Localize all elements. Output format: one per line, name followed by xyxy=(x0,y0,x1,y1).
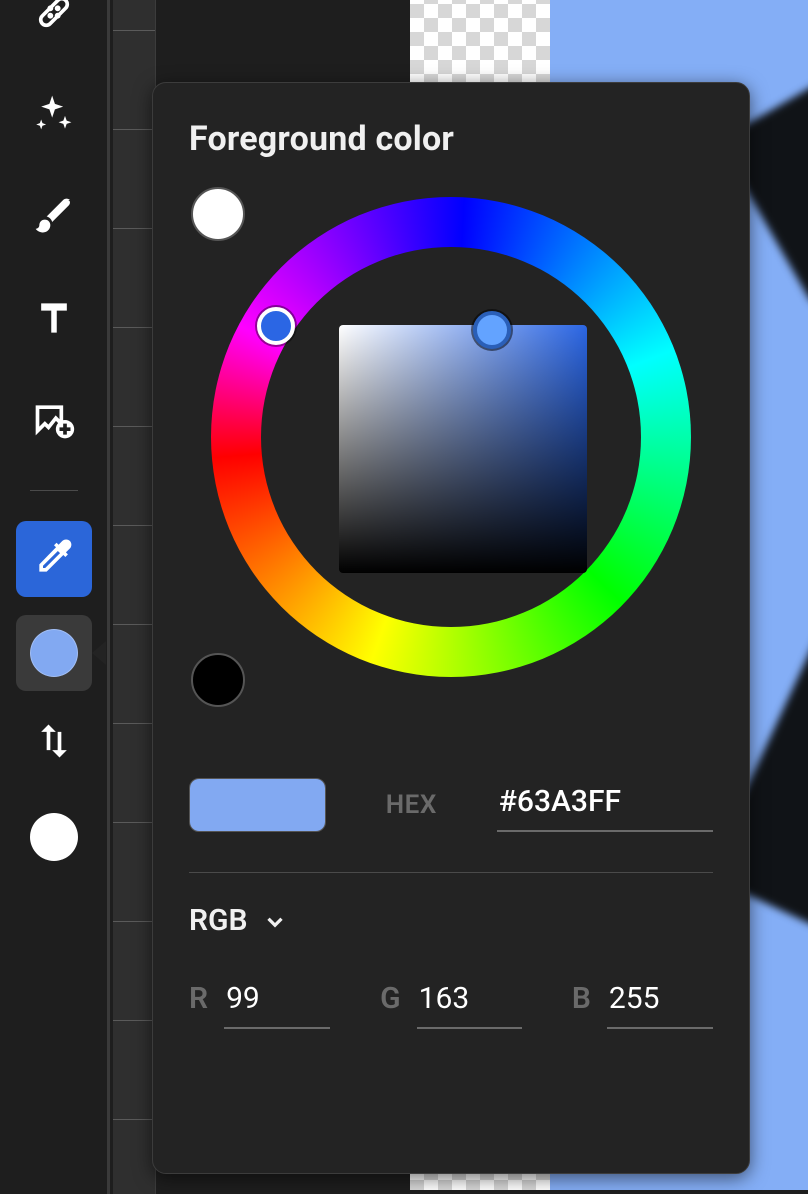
swap-vertical-icon xyxy=(32,719,76,767)
ruler-mark: 600 xyxy=(113,129,155,130)
black-preset-swatch[interactable] xyxy=(191,653,245,707)
foreground-color-swatch[interactable] xyxy=(16,615,92,691)
bandage-icon xyxy=(32,0,76,38)
ruler-mark: 2400 xyxy=(113,1020,155,1021)
ruler-mark: 1400 xyxy=(113,525,155,526)
hex-input[interactable] xyxy=(497,777,713,832)
panel-title: Foreground color xyxy=(189,119,713,159)
sparkle-tool[interactable] xyxy=(16,78,92,154)
toolbar-divider xyxy=(30,490,78,491)
color-wheel-area xyxy=(191,187,711,747)
color-picker-panel: Foreground color HEX RGB R G xyxy=(152,82,750,1174)
image-plus-icon xyxy=(32,398,76,446)
sparkle-icon xyxy=(32,92,76,140)
preview-new-color xyxy=(257,779,324,831)
ruler-mark: 1600 xyxy=(113,624,155,625)
b-input[interactable] xyxy=(607,976,713,1029)
chevron-down-icon xyxy=(262,908,288,934)
brush-icon xyxy=(32,194,76,242)
ruler-mark: 2000 xyxy=(113,822,155,823)
text-tool[interactable] xyxy=(16,282,92,358)
ruler-mark: 1000 xyxy=(113,327,155,328)
eyedropper-tool[interactable] xyxy=(16,521,92,597)
r-label: R xyxy=(189,981,208,1016)
color-mode-dropdown[interactable]: RGB xyxy=(189,903,713,938)
g-input[interactable] xyxy=(417,976,522,1029)
hex-label: HEX xyxy=(386,790,437,820)
background-color-swatch[interactable] xyxy=(16,799,92,875)
panel-divider xyxy=(189,872,713,873)
brush-tool[interactable] xyxy=(16,180,92,256)
text-icon xyxy=(32,296,76,344)
ruler-mark: 800 xyxy=(113,228,155,229)
ruler-mark: 1800 xyxy=(113,723,155,724)
hue-handle[interactable] xyxy=(257,307,295,345)
saturation-value-box[interactable] xyxy=(339,325,587,573)
saturation-value-handle[interactable] xyxy=(473,311,511,349)
ruler-mark: 1200 xyxy=(113,426,155,427)
rgb-inputs-row: R G B xyxy=(189,976,713,1029)
color-preview-swatch[interactable] xyxy=(189,778,326,832)
left-toolbar xyxy=(0,0,110,1194)
g-label: G xyxy=(380,981,400,1016)
panel-pointer-notch xyxy=(92,641,106,665)
ruler-mark: 2200 xyxy=(113,921,155,922)
color-mode-label: RGB xyxy=(189,903,248,938)
ruler-mark: 400 xyxy=(113,30,155,31)
swap-colors[interactable] xyxy=(16,705,92,781)
white-preset-swatch[interactable] xyxy=(191,187,245,241)
ruler-mark: 2600 xyxy=(113,1119,155,1120)
r-input[interactable] xyxy=(224,976,330,1029)
b-label: B xyxy=(572,981,591,1016)
add-image-tool[interactable] xyxy=(16,384,92,460)
heal-tool[interactable] xyxy=(16,0,92,52)
preview-old-color xyxy=(190,779,257,831)
vertical-ruler: 400 600 800 1000 1200 1400 1600 1800 2000 2200 240… xyxy=(113,0,156,1194)
eyedropper-icon xyxy=(32,535,76,583)
